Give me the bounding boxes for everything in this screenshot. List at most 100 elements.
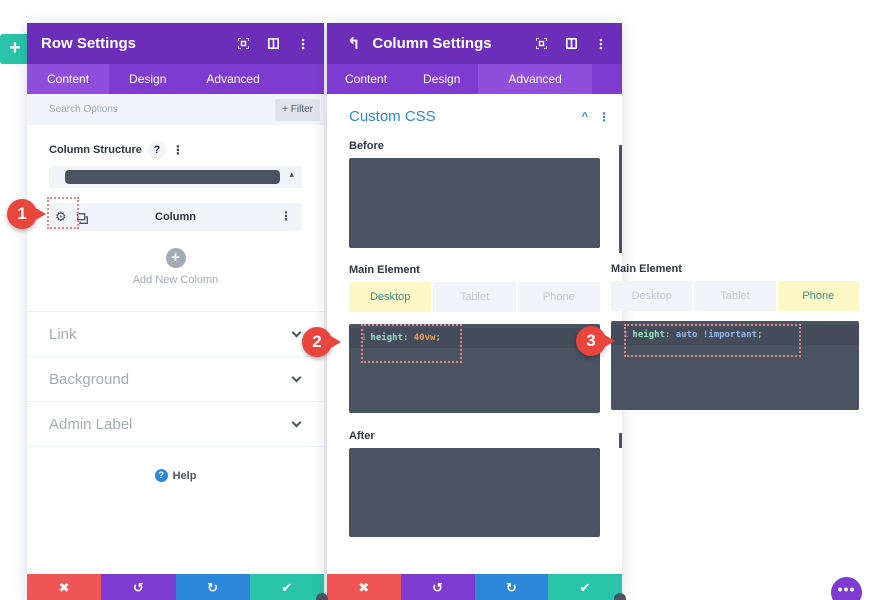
help-icon: ? bbox=[154, 469, 168, 482]
more-vertical-icon[interactable]: ⋮ bbox=[280, 209, 292, 223]
cancel-button[interactable]: ✖ bbox=[27, 574, 102, 600]
plus-circle-icon: + bbox=[165, 248, 186, 268]
column-structure-select[interactable]: ▴ bbox=[49, 166, 302, 188]
close-icon: ✖ bbox=[58, 580, 70, 595]
more-vertical-icon[interactable] bbox=[296, 37, 310, 51]
step-marker-1: 1 bbox=[7, 199, 46, 229]
column-settings-header: ↰ Column Settings bbox=[327, 23, 622, 64]
device-tabs: Desktop Tablet Phone bbox=[611, 281, 859, 311]
toggle-admin-label[interactable]: Admin Label bbox=[27, 402, 324, 447]
toggle-label: Link bbox=[49, 325, 77, 343]
column-settings-panel: ↰ Column Settings Content Design Advance… bbox=[327, 23, 622, 600]
focus-icon[interactable] bbox=[236, 37, 250, 51]
chevron-down-icon bbox=[291, 327, 302, 337]
device-tab-desktop[interactable]: Desktop bbox=[349, 282, 432, 312]
settings-toggles: Link Background Admin Label bbox=[27, 311, 324, 447]
plus-icon: + bbox=[9, 37, 21, 59]
scrollbar[interactable] bbox=[619, 145, 622, 253]
toggle-label: Admin Label bbox=[49, 415, 133, 433]
add-row-button[interactable]: + bbox=[0, 34, 30, 64]
help-label: Help bbox=[172, 469, 197, 482]
device-tabs: Desktop Tablet Phone bbox=[349, 282, 600, 312]
row-settings-header: Row Settings bbox=[27, 23, 324, 64]
toggle-label: Background bbox=[49, 370, 130, 388]
custom-css-header[interactable]: Custom CSS ^ ⋮ bbox=[327, 108, 622, 125]
main-element-label: Main Element bbox=[611, 263, 682, 275]
add-new-column-label: Add New Column bbox=[132, 274, 219, 286]
more-vertical-icon[interactable]: ⋮ bbox=[598, 110, 610, 124]
tab-advanced[interactable]: Advanced bbox=[478, 64, 592, 94]
resize-handle[interactable] bbox=[316, 593, 328, 600]
redo-icon: ↻ bbox=[505, 580, 517, 595]
more-horizontal-icon: ••• bbox=[837, 581, 856, 597]
add-new-column-button[interactable]: + Add New Column bbox=[49, 248, 302, 286]
close-icon: ✖ bbox=[358, 580, 370, 595]
tab-design[interactable]: Design bbox=[109, 64, 186, 94]
row-settings-footer: ✖ ↺ ↻ ✔ bbox=[27, 574, 324, 600]
check-icon: ✔ bbox=[579, 580, 591, 595]
help-link[interactable]: ? Help bbox=[27, 469, 324, 482]
before-css-editor[interactable] bbox=[349, 158, 600, 248]
step-marker-2: 2 bbox=[302, 327, 341, 357]
panel-title: Row Settings bbox=[41, 35, 137, 52]
chevron-up-icon[interactable]: ^ bbox=[582, 111, 588, 123]
filter-button[interactable]: + Filter bbox=[275, 98, 320, 121]
highlight-desktop-code bbox=[361, 324, 462, 363]
column-settings-footer: ✖ ↺ ↻ ✔ bbox=[327, 574, 622, 600]
highlight-gear-outline bbox=[47, 197, 79, 229]
undo-button[interactable]: ↺ bbox=[400, 574, 475, 600]
search-bar: Search Options + Filter bbox=[27, 94, 324, 125]
column-structure-label: Column Structure bbox=[49, 144, 142, 156]
more-vertical-icon[interactable]: ⋮ bbox=[172, 143, 184, 157]
column-settings-tabs: Content Design Advanced bbox=[327, 64, 622, 94]
back-arrow-icon[interactable]: ↰ bbox=[347, 34, 360, 54]
builder-stage: + Row Settings Content Design Advanced S… bbox=[0, 0, 880, 600]
before-field: Before bbox=[327, 140, 622, 248]
column-item[interactable]: ⚙ Column ⋮ bbox=[49, 203, 302, 231]
scrollbar[interactable] bbox=[619, 433, 622, 448]
select-arrows-icon: ▴ bbox=[289, 169, 294, 179]
main-element-label: Main Element bbox=[349, 264, 420, 276]
device-tab-tablet[interactable]: Tablet bbox=[433, 282, 516, 312]
tab-content[interactable]: Content bbox=[327, 64, 405, 94]
after-field: After bbox=[327, 430, 622, 537]
split-view-icon[interactable] bbox=[266, 37, 280, 51]
tab-design[interactable]: Design bbox=[405, 64, 478, 94]
toggle-background[interactable]: Background bbox=[27, 357, 324, 402]
save-button[interactable]: ✔ bbox=[249, 574, 324, 600]
device-tab-desktop[interactable]: Desktop bbox=[611, 281, 693, 311]
tab-advanced[interactable]: Advanced bbox=[186, 64, 279, 94]
page-settings-button[interactable]: ••• bbox=[831, 577, 862, 600]
step-marker-3: 3 bbox=[576, 326, 615, 356]
chevron-down-icon bbox=[291, 372, 302, 382]
row-settings-tabs: Content Design Advanced bbox=[27, 64, 324, 94]
panel-title: Column Settings bbox=[372, 35, 492, 52]
cancel-button[interactable]: ✖ bbox=[327, 574, 401, 600]
resize-handle[interactable] bbox=[614, 593, 626, 600]
undo-button[interactable]: ↺ bbox=[101, 574, 176, 600]
column-item-label: Column bbox=[155, 211, 196, 223]
help-question-icon[interactable]: ? bbox=[147, 141, 166, 159]
section-title: Custom CSS bbox=[349, 108, 436, 125]
row-settings-panel: Row Settings Content Design Advanced Sea… bbox=[27, 23, 324, 600]
chevron-down-icon bbox=[291, 417, 302, 427]
split-view-icon[interactable] bbox=[564, 37, 578, 51]
save-button[interactable]: ✔ bbox=[548, 574, 622, 600]
more-vertical-icon[interactable] bbox=[594, 37, 608, 51]
check-icon: ✔ bbox=[281, 580, 293, 595]
after-label: After bbox=[349, 430, 375, 442]
highlight-phone-code bbox=[624, 324, 801, 357]
tab-content[interactable]: Content bbox=[27, 64, 110, 94]
device-tab-phone[interactable]: Phone bbox=[777, 281, 859, 311]
redo-button[interactable]: ↻ bbox=[175, 574, 250, 600]
undo-icon: ↺ bbox=[132, 580, 144, 595]
search-input[interactable]: Search Options bbox=[49, 104, 275, 115]
device-tab-tablet[interactable]: Tablet bbox=[694, 281, 776, 311]
after-css-editor[interactable] bbox=[349, 448, 600, 537]
redo-button[interactable]: ↻ bbox=[474, 574, 549, 600]
redo-icon: ↻ bbox=[207, 580, 219, 595]
focus-icon[interactable] bbox=[534, 37, 548, 51]
undo-icon: ↺ bbox=[432, 580, 444, 595]
toggle-link[interactable]: Link bbox=[27, 312, 324, 357]
device-tab-phone[interactable]: Phone bbox=[517, 282, 600, 312]
